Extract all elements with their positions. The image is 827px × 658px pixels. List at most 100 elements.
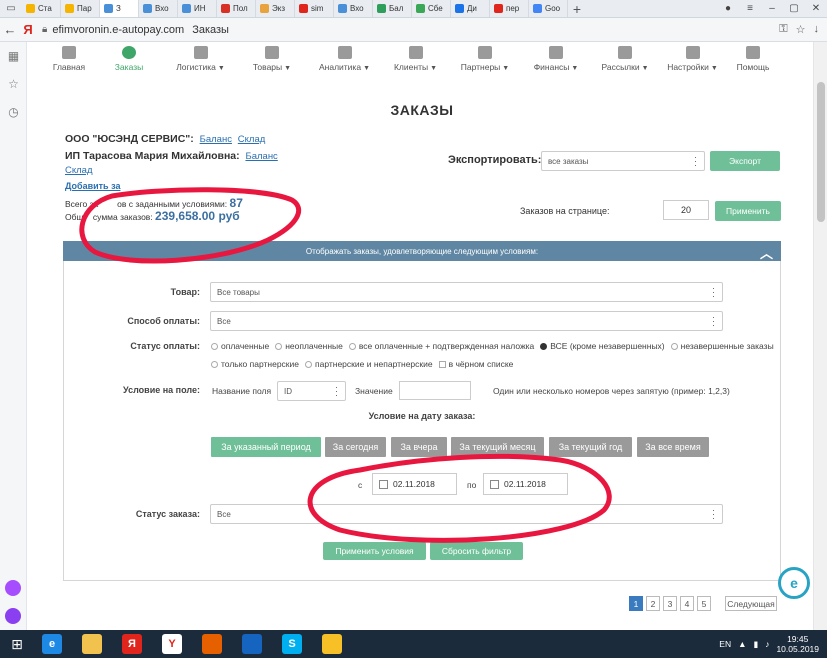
page-2-button[interactable]: 2 [646,596,660,611]
nav-item-help[interactable]: Помощь [726,46,780,82]
radio-button[interactable] [305,360,312,368]
app-taskbar-button[interactable] [314,631,350,657]
payment-status-option[interactable]: неоплаченные [275,341,343,351]
close-icon[interactable]: ✕ [805,3,827,14]
period-button[interactable]: За текущий год [549,437,632,457]
firefox-taskbar-button[interactable] [194,631,230,657]
browser-tab[interactable]: ИН [178,0,217,17]
key-icon[interactable]: ⚿ [779,23,787,36]
store-taskbar-button[interactable] [234,631,270,657]
alice-icon[interactable] [5,580,21,596]
skype-taskbar-button[interactable]: S [274,631,310,657]
windows-start-icon[interactable]: ⊞ [0,630,34,658]
payment-status-option[interactable]: партнерские и непартнерские [305,359,433,369]
per-page-apply-button[interactable]: Применить [715,201,781,221]
to-date-input[interactable]: 02.11.2018 [483,473,568,495]
browser-tab[interactable]: Вхо [334,0,373,17]
yandex-logo[interactable]: Я [20,22,36,37]
radio-button[interactable] [670,342,678,350]
bookmark-icon[interactable]: ☆ [796,23,806,36]
filter-header[interactable]: Отображать заказы, удовлетворяющие следу… [63,241,781,261]
payment-method-select[interactable]: Все · · · [210,311,723,331]
browser-tab[interactable]: Сбе [412,0,451,17]
from-date-input[interactable]: 02.11.2018 [372,473,457,495]
payment-status-option[interactable]: все оплаченные + подтвержденная наложка [348,341,534,351]
radio-button[interactable] [275,342,283,350]
maximize-icon[interactable]: ▢ [783,3,805,14]
page-5-button[interactable]: 5 [697,596,711,611]
nav-item-orders[interactable]: Заказы [94,46,164,82]
minimize-icon[interactable]: – [761,3,783,14]
payment-status-option[interactable]: только партнерские [211,359,299,369]
payment-status-option[interactable]: оплаченные [211,341,269,351]
browser-tab[interactable]: sim [295,0,334,17]
yandex-browser-taskbar-button[interactable]: Y [154,631,190,657]
nav-item-mail[interactable]: Рассылки ▼ [591,46,659,82]
page-3-button[interactable]: 3 [663,596,677,611]
payment-status-option[interactable]: ВСЕ (кроме незавершенных) [540,341,665,351]
nav-item-home[interactable]: Главная [44,46,94,82]
download-icon[interactable]: ↓ [814,23,820,36]
apps-grid-icon[interactable]: ▦ [0,42,27,70]
language-indicator[interactable]: EN [719,639,731,649]
period-button[interactable]: За вчера [391,437,447,457]
network-icon[interactable]: ▮ [754,639,759,650]
voice-assistant-icon[interactable] [5,608,21,624]
company-1-stock-link[interactable]: Склад [238,134,266,145]
browser-tab[interactable]: Пол [217,0,256,17]
browser-tab[interactable]: Бал [373,0,412,17]
field-name-select[interactable]: ID · · · [277,381,346,401]
order-status-select[interactable]: Все · · · [210,504,723,524]
nav-item-finance[interactable]: Финансы ▼ [521,46,591,82]
browser-tab[interactable]: пер [490,0,529,17]
next-page-button[interactable]: Следующая [725,596,777,611]
export-select[interactable]: все заказы · · · [541,151,705,171]
back-button[interactable]: ← [0,22,20,37]
product-select[interactable]: Все товары · · · [210,282,723,302]
radio-button[interactable] [348,342,356,350]
browser-tab[interactable]: Экз [256,0,295,17]
clock[interactable]: 19:45 10.05.2019 [776,634,819,654]
page-1-button[interactable]: 1 [629,596,643,611]
company-1-balance-link[interactable]: Баланс [200,134,232,145]
profile-icon[interactable]: ● [717,3,739,14]
vertical-scrollbar[interactable] [813,42,827,630]
period-button[interactable]: За указанный период [211,437,321,457]
per-page-input[interactable]: 20 [663,200,709,220]
nav-item-analytics[interactable]: Аналитика ▼ [307,46,382,82]
company-2-balance-link[interactable]: Баланс [245,151,277,162]
tray-arrow-icon[interactable]: ▲ [738,639,746,649]
value-input[interactable] [399,381,471,400]
nav-item-clients[interactable]: Клиенты ▼ [382,46,449,82]
nav-item-products[interactable]: Товары ▼ [237,46,307,82]
url-field[interactable]: 🔒︎ efimvoronin.e-autopay.com Заказы [42,21,762,39]
radio-button[interactable] [211,360,218,368]
menu-icon[interactable]: ≡ [739,3,761,14]
apply-conditions-button[interactable]: Применить условия [323,542,426,560]
reset-filter-button[interactable]: Сбросить фильтр [430,542,523,560]
export-button[interactable]: Экспорт [710,151,780,171]
nav-item-logistics[interactable]: Логистика ▼ [164,46,237,82]
payment-status-option[interactable]: в чёрном списке [438,359,513,369]
payment-status-option[interactable]: незавершенные заказы [670,341,774,351]
support-widget-icon[interactable]: e [778,567,810,599]
radio-button[interactable] [211,342,218,350]
tabs-menu-icon[interactable]: ▭ [0,0,22,18]
star-icon[interactable]: ☆ [0,70,27,98]
chevron-up-icon[interactable]: ︿ [760,243,773,262]
volume-icon[interactable]: ♪ [765,639,769,649]
browser-tab[interactable]: Goo [529,0,568,17]
checkbox[interactable] [438,360,446,368]
nav-item-partners[interactable]: Партнеры ▼ [449,46,521,82]
browser-tab[interactable]: Ди [451,0,490,17]
ie-taskbar-button[interactable]: e [34,631,70,657]
browser-tab[interactable]: З [100,0,139,17]
browser-tab[interactable]: Пар [61,0,100,17]
add-client-link[interactable]: Добавить за [65,181,120,191]
new-tab-button[interactable]: + [568,1,586,17]
explorer-taskbar-button[interactable] [74,631,110,657]
browser-tab[interactable]: Ста [22,0,61,17]
browser-tab[interactable]: Вхо [139,0,178,17]
company-2-stock-link[interactable]: Склад [65,165,93,176]
radio-button[interactable] [540,342,548,350]
